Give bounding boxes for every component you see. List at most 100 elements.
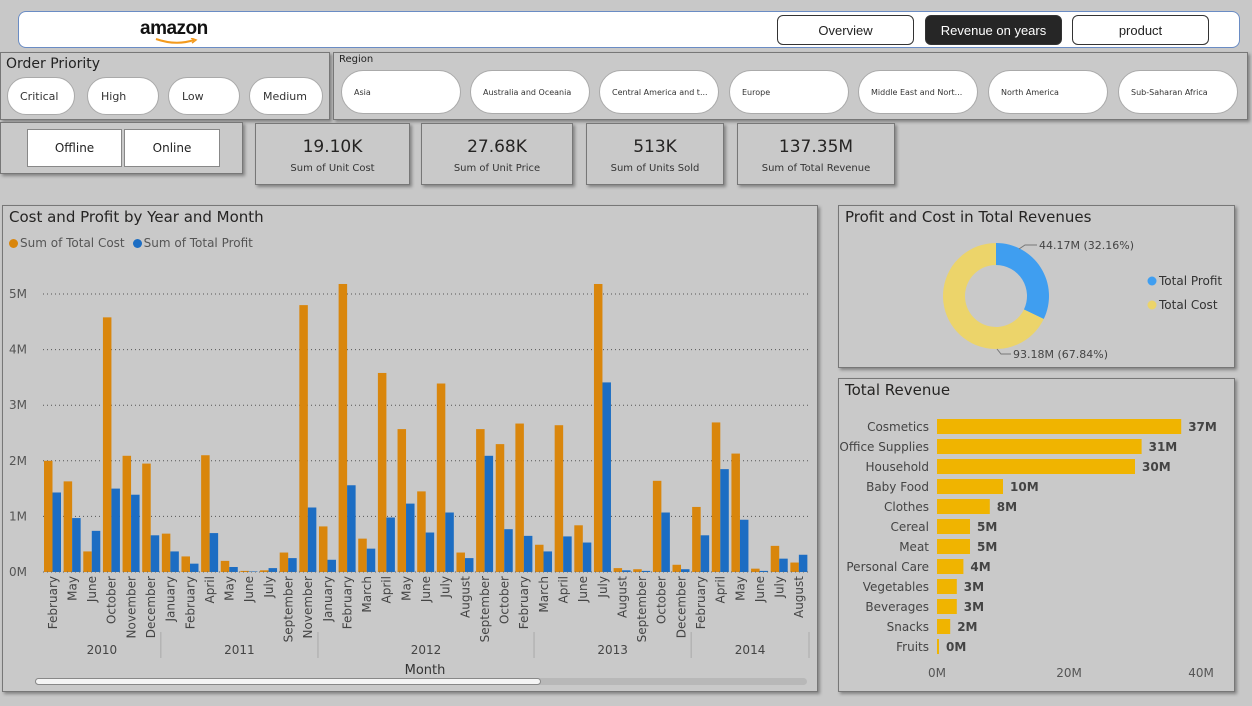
kpi-label: Sum of Unit Cost: [290, 163, 375, 174]
profit-bar: [681, 569, 690, 572]
cost-bar: [102, 317, 112, 572]
cost-bar: [476, 429, 485, 572]
year-label: 2014: [735, 643, 766, 657]
region-option-europe[interactable]: Europe: [729, 70, 849, 114]
x-tick-label: February: [517, 576, 531, 629]
bar-data-label: 0M: [946, 640, 966, 654]
nav-button-product[interactable]: product: [1072, 15, 1209, 45]
x-tick-label: February: [694, 576, 708, 629]
donut-chart-panel: Profit and Cost in Total Revenues 44.17M…: [838, 205, 1235, 368]
bar-category-label: Personal Care: [846, 560, 929, 574]
profit-bar: [111, 488, 120, 572]
horizontal-scrollbar[interactable]: [35, 678, 807, 685]
x-tick-label: February: [340, 576, 354, 629]
y-tick-label: 4M: [9, 343, 27, 357]
scrollbar-thumb[interactable]: [35, 678, 541, 685]
x-tick-label: May: [733, 576, 747, 601]
amazon-logo: amazon: [140, 18, 208, 44]
cost-bar: [495, 444, 505, 572]
region-option-australia-oceania[interactable]: Australia and Oceania: [470, 70, 590, 114]
profit-bar: [366, 548, 376, 572]
cost-bar: [574, 525, 583, 572]
profit-bar: [563, 536, 572, 572]
profit-bar: [582, 542, 592, 572]
bar-category-label: Clothes: [884, 500, 929, 514]
revenue-bar: [937, 559, 964, 574]
x-tick-label: October: [655, 576, 669, 624]
revenue-bar: [937, 619, 951, 634]
cost-bar: [358, 538, 367, 572]
nav-button-overview[interactable]: Overview: [777, 15, 914, 45]
revenue-bar: [937, 419, 1182, 434]
profit-bar: [504, 529, 513, 572]
channel-option-online[interactable]: Online: [124, 129, 220, 167]
x-axis-title: Month: [405, 663, 446, 678]
revenue-bar-chart: Cosmetics 37M Office Supplies 31M Household 3…: [839, 419, 1217, 680]
cost-bar: [751, 568, 760, 572]
revenue-bar: [937, 639, 939, 654]
kpi-unit-cost: 19.10K Sum of Unit Cost: [255, 123, 410, 185]
legend-label: Total Profit: [1158, 274, 1222, 288]
profit-bar: [700, 535, 710, 572]
kpi-value: 137.35M: [778, 137, 854, 157]
bar-category-label: Meat: [899, 540, 929, 554]
cost-bar: [397, 429, 407, 572]
channel-option-offline[interactable]: Offline: [27, 129, 122, 167]
cost-bar: [122, 455, 132, 572]
bar-category-label: Vegetables: [863, 580, 929, 594]
year-label: 2010: [87, 643, 118, 657]
cost-bar: [201, 455, 210, 572]
cost-bar: [554, 425, 564, 572]
profit-bar: [386, 517, 395, 572]
region-option-sub-saharan-africa[interactable]: Sub-Saharan Africa: [1118, 70, 1238, 114]
order-priority-slicer: Order Priority Critical High Low Medium: [0, 52, 330, 120]
x-tick-label: April: [556, 576, 570, 603]
region-option-middle-east[interactable]: Middle East and Nort...: [858, 70, 978, 114]
region-option-asia[interactable]: Asia: [341, 70, 461, 114]
x-tick-label: September: [478, 576, 492, 642]
profit-bar: [150, 535, 160, 572]
profit-bar: [209, 533, 219, 572]
x-tick-label: October: [105, 576, 119, 624]
cost-bar: [672, 564, 682, 572]
x-tick-label: August: [792, 576, 806, 618]
x-tick-label: 40M: [1188, 666, 1214, 680]
x-tick-label: June: [85, 576, 99, 603]
profit-bar: [248, 571, 258, 572]
x-tick-label: February: [46, 576, 60, 629]
x-tick-label: January: [321, 576, 335, 623]
priority-option-critical[interactable]: Critical: [7, 77, 75, 115]
profit-bar: [484, 455, 494, 572]
x-tick-label: June: [242, 576, 256, 603]
x-tick-label: December: [674, 576, 688, 638]
profit-bar: [661, 512, 670, 572]
total-revenue-panel: Total Revenue Cosmetics 37M Office Supplie…: [838, 378, 1235, 692]
leader-line: [1018, 244, 1037, 250]
cost-bar: [711, 422, 721, 572]
cost-bar: [142, 463, 151, 572]
cost-bar: [652, 480, 662, 572]
cost-bar: [535, 544, 544, 572]
priority-option-high[interactable]: High: [87, 77, 159, 115]
priority-option-medium[interactable]: Medium: [249, 77, 323, 115]
cost-bar: [279, 552, 289, 572]
cost-bar: [633, 569, 642, 572]
x-tick-label: November: [124, 576, 138, 638]
priority-option-low[interactable]: Low: [168, 77, 240, 115]
cost-bar: [299, 305, 308, 572]
bar-data-label: 5M: [977, 520, 997, 534]
slicer-title: Order Priority: [6, 56, 101, 72]
region-option-central-america[interactable]: Central America and t...: [599, 70, 719, 114]
logo-text: amazon: [140, 18, 208, 39]
kpi-label: Sum of Unit Price: [453, 163, 541, 174]
kpi-value: 19.10K: [302, 137, 363, 157]
nav-button-revenue-on-years[interactable]: Revenue on years: [925, 15, 1062, 45]
region-slicer: Region Asia Australia and Oceania Centra…: [333, 52, 1248, 120]
region-option-north-america[interactable]: North America: [988, 70, 1108, 114]
bar-data-label: 4M: [970, 560, 990, 574]
cost-bar: [377, 372, 387, 572]
profit-bar: [170, 551, 179, 572]
bar-data-label: 5M: [977, 540, 997, 554]
revenue-bar: [937, 479, 1003, 494]
profit-bar: [307, 507, 317, 572]
